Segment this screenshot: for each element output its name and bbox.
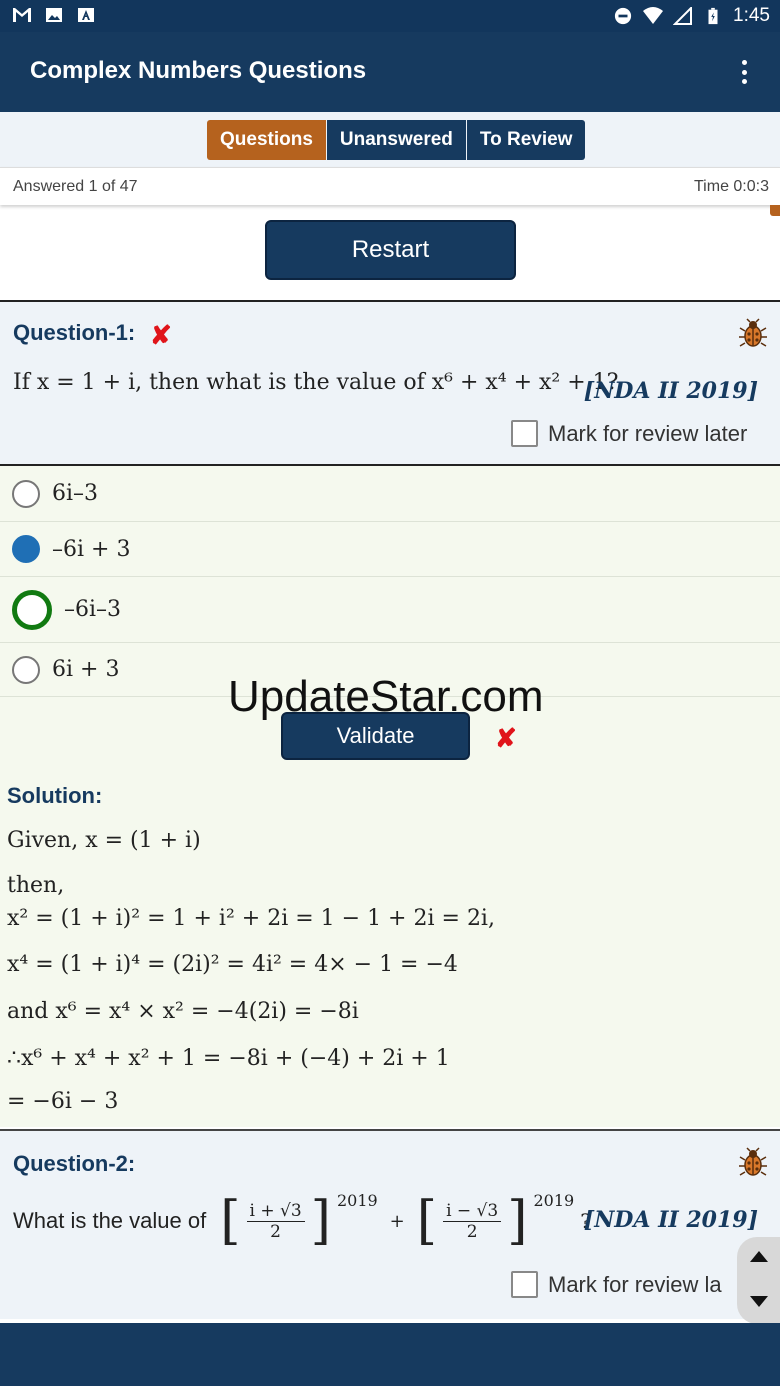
- info-bar: Answered 1 of 47 Time 0:0:3: [0, 167, 780, 205]
- option-2-text: –6i + 3: [52, 536, 131, 562]
- tab-unanswered[interactable]: Unanswered: [326, 120, 467, 160]
- signal-icon: [673, 7, 693, 25]
- report-bug-icon[interactable]: [738, 1147, 768, 1177]
- validate-button[interactable]: Validate: [281, 712, 470, 760]
- option-4-text: 6i + 3: [52, 657, 120, 682]
- review-label: Mark for review later: [548, 420, 748, 446]
- app-title: Complex Numbers Questions: [30, 57, 367, 84]
- right-bracket: ]: [507, 1191, 528, 1251]
- question-2-card: Question-2: What is the value of [ i + √…: [0, 1129, 780, 1319]
- solution-line: and x⁶ = x⁴ × x² = −4(2i) = −8i: [7, 999, 359, 1024]
- dnd-icon: [614, 7, 632, 25]
- tab-to-review[interactable]: To Review: [466, 120, 586, 160]
- solution-title: Solution:: [7, 783, 103, 808]
- wifi-icon: [643, 7, 664, 24]
- fraction-2-numerator: i − √3: [443, 1201, 502, 1222]
- fraction-1: i + √3 2: [246, 1201, 305, 1242]
- status-bar: 1:45: [0, 0, 780, 32]
- left-bracket: [: [220, 1191, 241, 1251]
- question-1-heading: Question-1:: [13, 320, 136, 345]
- radio-correct-icon: [12, 589, 52, 630]
- bottom-bar: [0, 1323, 780, 1386]
- elapsed-time: Time 0:0:3: [694, 178, 769, 195]
- battery-icon: [708, 7, 718, 25]
- solution-panel: Solution: Given, x = (1 + i) then, x² = …: [0, 697, 780, 1127]
- fraction-2: i − √3 2: [443, 1201, 502, 1242]
- solution-line: = −6i − 3: [7, 1089, 119, 1114]
- solution-line: x² = (1 + i)² = 1 + i² + 2i = 1 − 1 + 2i…: [7, 906, 495, 931]
- solution-line: x⁴ = (1 + i)⁴ = (2i)² = 4i² = 4× − 1 = −…: [7, 952, 458, 977]
- progress-marker: [770, 205, 780, 216]
- question-2-review-checkbox[interactable]: Mark for review la: [511, 1271, 722, 1298]
- option-3[interactable]: –6i–3: [0, 577, 780, 643]
- scroll-up-icon[interactable]: [750, 1251, 768, 1262]
- image-icon: [46, 8, 62, 22]
- answer-options: 6i–3 –6i + 3 –6i–3 6i + 3: [0, 464, 780, 697]
- overflow-menu-icon[interactable]: [734, 56, 754, 88]
- tab-questions[interactable]: Questions: [207, 120, 327, 160]
- option-1[interactable]: 6i–3: [0, 466, 780, 522]
- question-2-heading: Question-2:: [13, 1151, 136, 1176]
- question-1-card: Question-1: ✘ If x = 1 + i, then what is…: [0, 300, 780, 464]
- scroll-control: [737, 1237, 780, 1324]
- question-2-source: [NDA II 2019]: [583, 1207, 758, 1233]
- fraction-1-denominator: 2: [270, 1221, 281, 1242]
- fraction-1-numerator: i + √3: [246, 1201, 305, 1222]
- answered-count: Answered 1 of 47: [13, 178, 138, 195]
- radio-icon: [12, 479, 40, 508]
- report-bug-icon[interactable]: [738, 318, 768, 348]
- solution-line: Given, x = (1 + i): [7, 828, 201, 853]
- wrong-answer-icon: ✘: [150, 320, 172, 350]
- question-2-prefix: What is the value of: [13, 1208, 207, 1233]
- question-1-source: [NDA II 2019]: [583, 378, 758, 404]
- a-icon: [78, 8, 94, 22]
- exponent-2: 2019: [533, 1191, 575, 1210]
- checkbox-icon: [511, 420, 538, 447]
- app-bar: Complex Numbers Questions: [0, 32, 780, 112]
- solution-line: then,: [7, 873, 65, 898]
- solution-line: ∴x⁶ + x⁴ + x² + 1 = −8i + (−4) + 2i + 1: [7, 1046, 450, 1071]
- tab-bar: Questions Unanswered To Review: [207, 120, 586, 160]
- option-2[interactable]: –6i + 3: [0, 522, 780, 577]
- tabs-area: Questions Unanswered To Review: [0, 112, 780, 167]
- left-bracket: [: [416, 1191, 438, 1251]
- fraction-2-denominator: 2: [466, 1221, 478, 1242]
- wrong-answer-icon: ✘: [495, 723, 517, 753]
- question-1-review-checkbox[interactable]: Mark for review later: [511, 420, 747, 447]
- scroll-down-icon[interactable]: [750, 1296, 768, 1307]
- question-1-text: If x = 1 + i, then what is the value of …: [13, 370, 619, 395]
- radio-selected-icon: [12, 535, 40, 563]
- restart-button[interactable]: Restart: [265, 220, 516, 280]
- option-3-text: –6i–3: [64, 597, 122, 622]
- question-2-text: What is the value of [ i + √3 2 ] 2019 +…: [13, 1191, 591, 1251]
- option-1-text: 6i–3: [52, 481, 99, 506]
- review-label: Mark for review la: [548, 1271, 722, 1297]
- right-bracket: ]: [310, 1191, 331, 1251]
- gmail-icon: [13, 8, 31, 22]
- radio-icon: [12, 655, 40, 684]
- clock: 1:45: [733, 5, 770, 26]
- plus-sign: +: [389, 1210, 405, 1232]
- checkbox-icon: [511, 1271, 538, 1298]
- exponent-1: 2019: [336, 1191, 378, 1210]
